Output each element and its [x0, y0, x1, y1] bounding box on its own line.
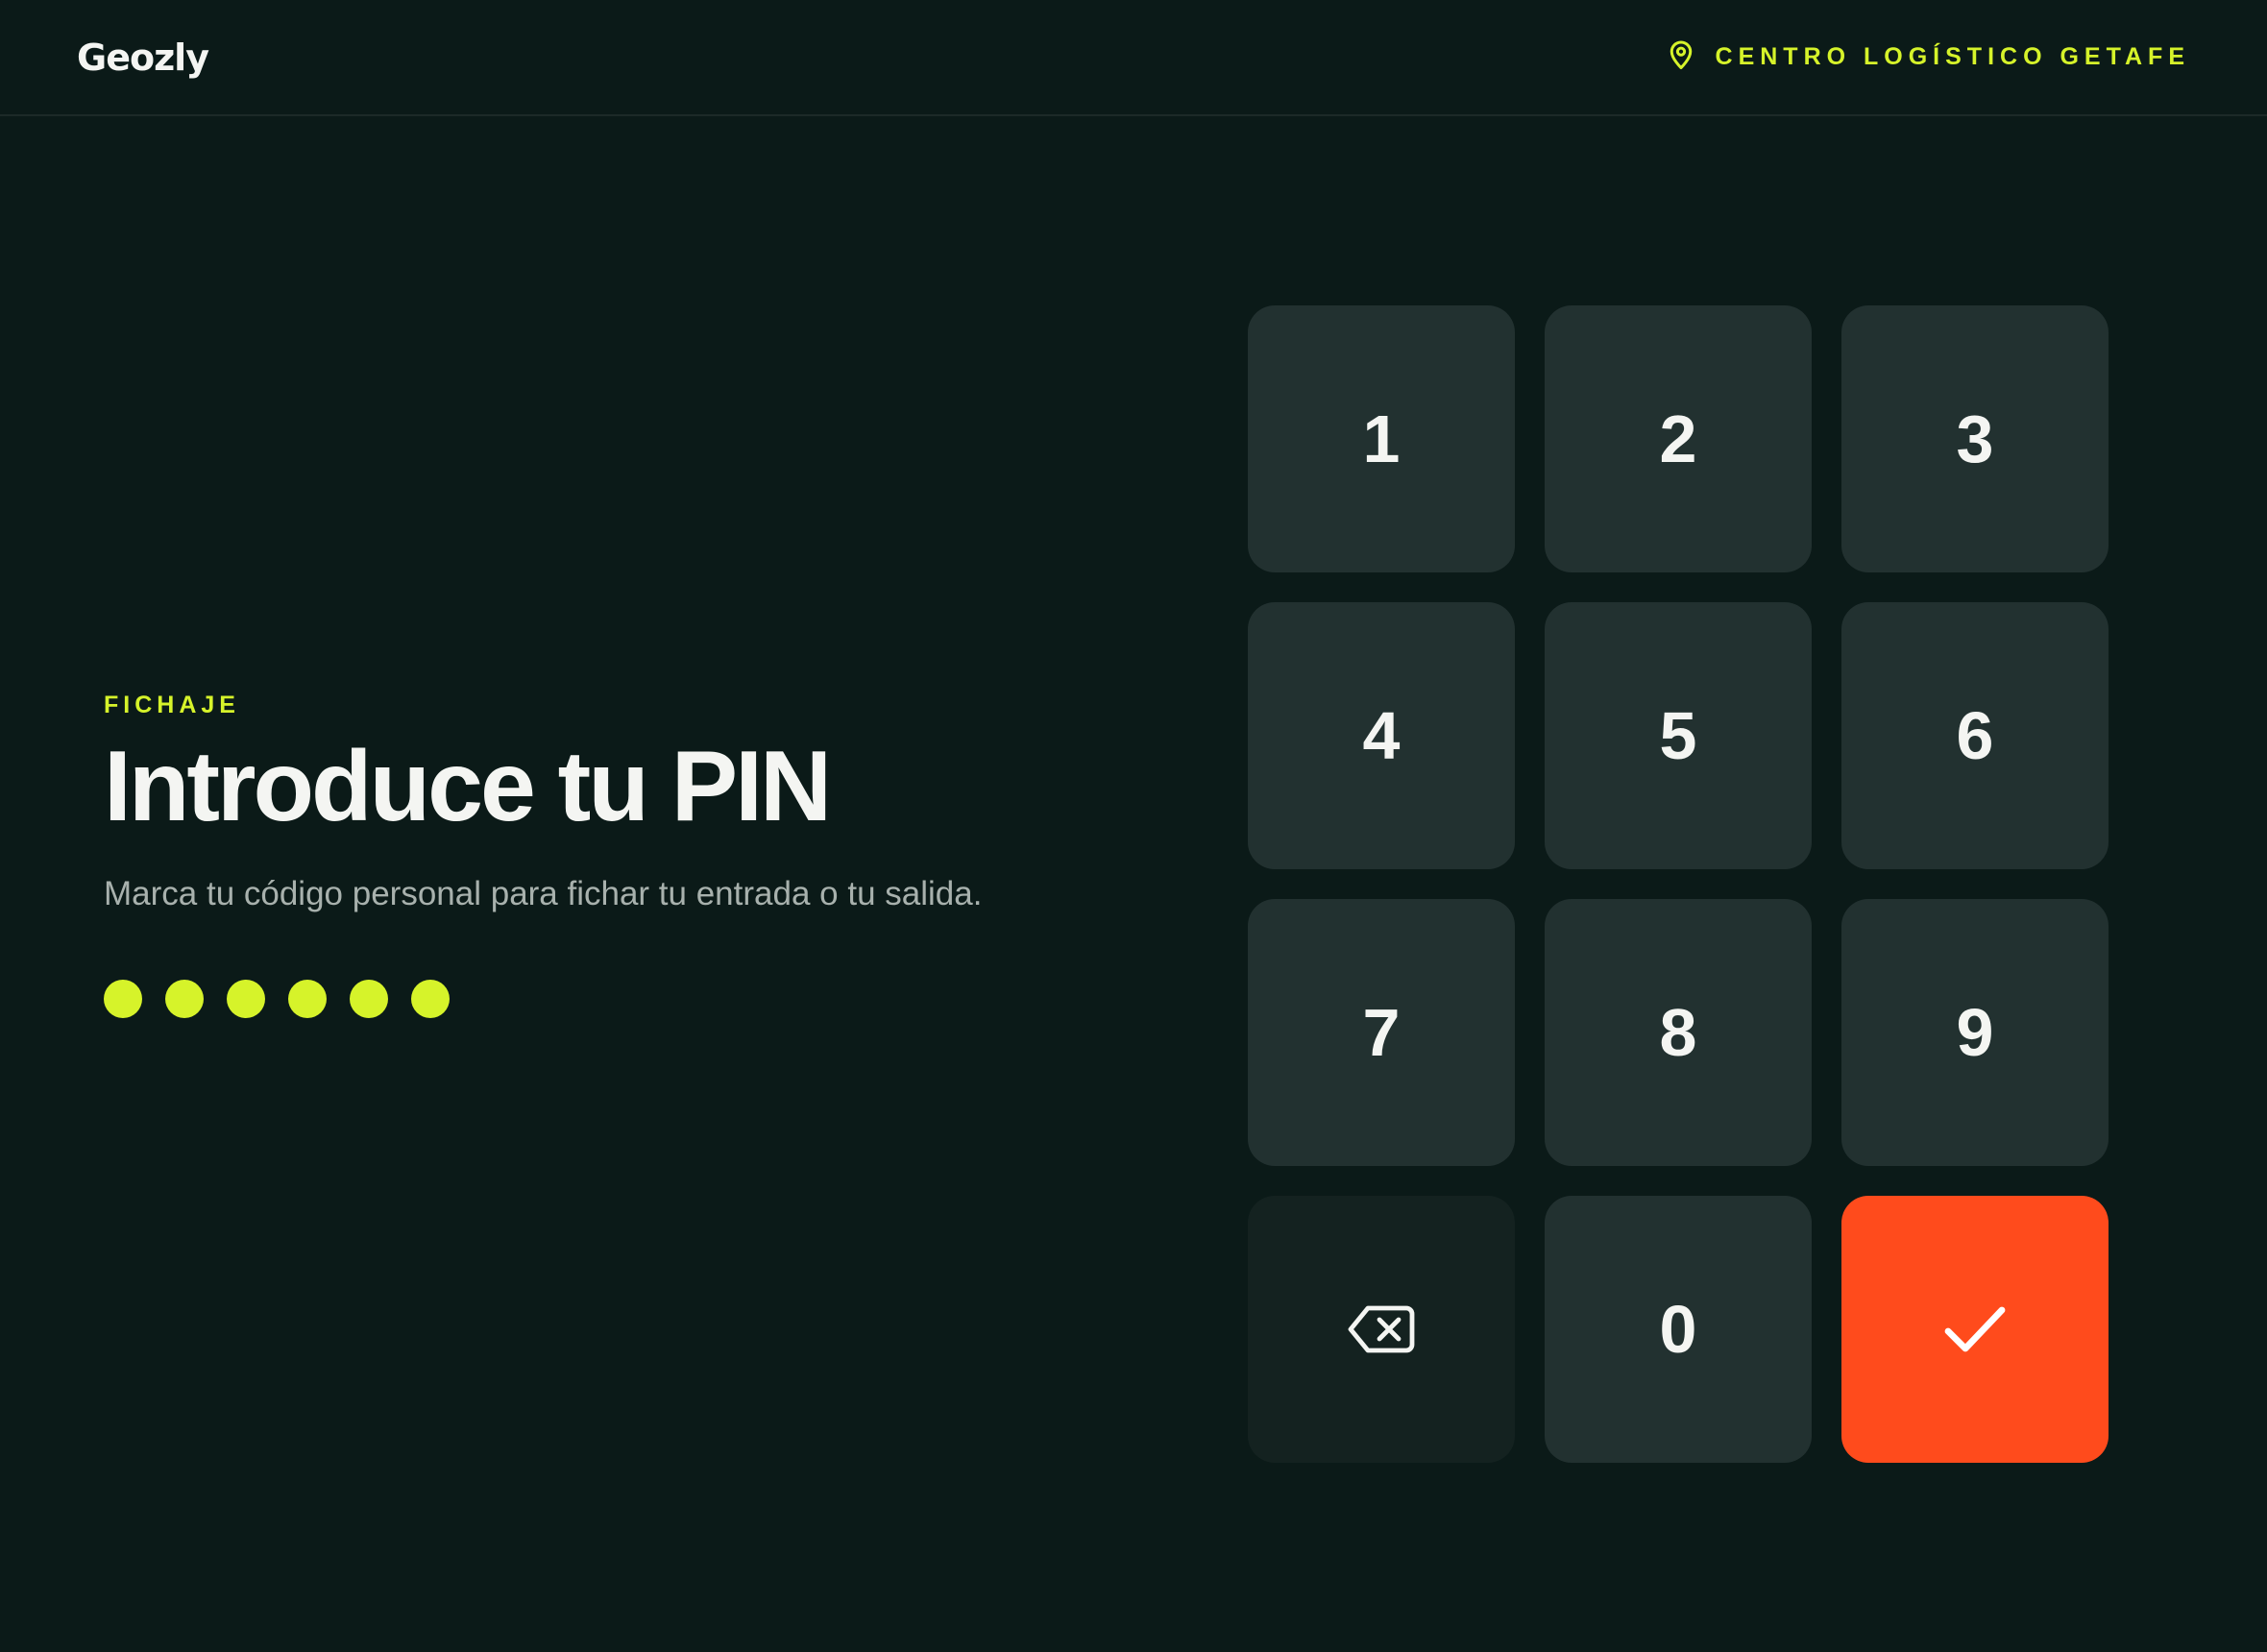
key-6[interactable]: 6 — [1841, 602, 2109, 869]
page-subtitle: Marca tu código personal para fichar tu … — [104, 875, 983, 913]
brand-logo: Geozly — [77, 36, 209, 79]
key-4[interactable]: 4 — [1248, 602, 1515, 869]
check-icon — [1942, 1304, 2008, 1354]
map-pin-icon — [1664, 37, 1698, 77]
location-label: CENTRO LOGÍSTICO GETAFE — [1715, 43, 2190, 70]
pin-intro: FICHAJE Introduce tu PIN Marca tu código… — [104, 692, 997, 1019]
delete-button[interactable] — [1248, 1196, 1515, 1463]
pin-dot — [227, 980, 265, 1019]
pin-dot — [104, 980, 142, 1019]
key-9[interactable]: 9 — [1841, 899, 2109, 1166]
backspace-icon — [1347, 1304, 1416, 1354]
key-1[interactable]: 1 — [1248, 305, 1515, 572]
key-8[interactable]: 8 — [1545, 899, 1812, 1166]
section-eyebrow: FICHAJE — [104, 692, 240, 718]
key-5[interactable]: 5 — [1545, 602, 1812, 869]
page-title: Introduce tu PIN — [104, 731, 832, 842]
top-bar: Geozly CENTRO LOGÍSTICO GETAFE — [0, 0, 2267, 116]
confirm-button[interactable] — [1841, 1196, 2109, 1463]
pin-dot — [288, 980, 327, 1019]
pin-dot — [350, 980, 388, 1019]
pin-indicator — [104, 980, 997, 1019]
pin-dot — [165, 980, 204, 1019]
location-indicator: CENTRO LOGÍSTICO GETAFE — [1664, 37, 2190, 77]
key-3[interactable]: 3 — [1841, 305, 2109, 572]
numeric-keypad: 1 2 3 4 5 6 7 8 9 0 — [1248, 305, 2109, 1463]
key-7[interactable]: 7 — [1248, 899, 1515, 1166]
key-2[interactable]: 2 — [1545, 305, 1812, 572]
pin-dot — [411, 980, 450, 1019]
key-0[interactable]: 0 — [1545, 1196, 1812, 1463]
